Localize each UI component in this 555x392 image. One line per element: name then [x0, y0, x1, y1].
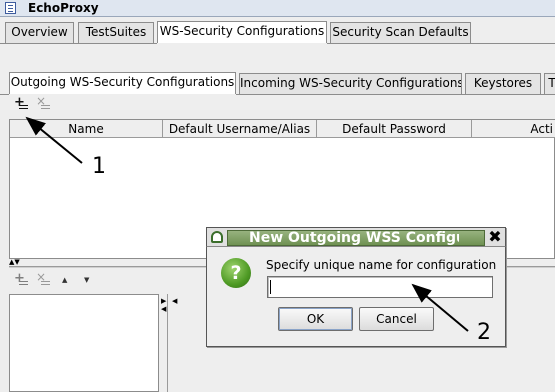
arrow-to-input	[411, 283, 469, 332]
callout-label-1: 1	[92, 154, 106, 179]
callout-label-2: 2	[477, 320, 491, 345]
arrow-to-add-icon	[25, 116, 83, 164]
annotation-arrows	[25, 116, 469, 332]
